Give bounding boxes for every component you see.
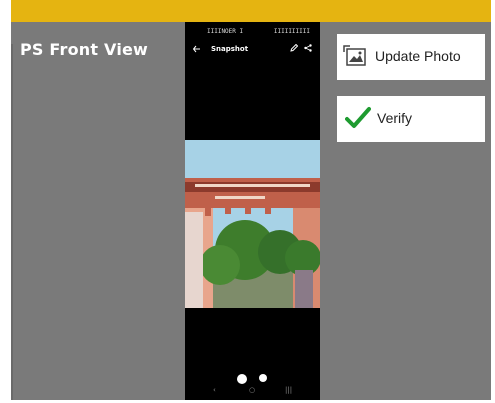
- status-right-text: IIIIIIIIII: [273, 28, 310, 35]
- verify-label: Verify: [377, 110, 413, 126]
- update-photo-button[interactable]: Update Photo: [337, 34, 485, 80]
- panel-edge: [11, 44, 13, 400]
- top-accent-bar: [11, 0, 491, 22]
- phone-status-bar: IIIINOER I IIIIIIIIII: [185, 28, 320, 38]
- status-left-text: IIIINOER I: [207, 28, 244, 35]
- phone-app-bar: Snapshot: [185, 42, 320, 58]
- content-panel: PS Front View IIIINOER I IIIIIIIIII Snap…: [11, 22, 491, 400]
- app-frame: PS Front View IIIINOER I IIIIIIIIII Snap…: [11, 0, 491, 400]
- image-replace-icon: [343, 45, 367, 71]
- phone-preview[interactable]: IIIINOER I IIIIIIIIII Snapshot ‹ ○ |||: [185, 22, 321, 400]
- share-icon[interactable]: [304, 44, 312, 54]
- phone-app-title: Snapshot: [211, 45, 249, 53]
- update-photo-label: Update Photo: [375, 48, 461, 64]
- phone-nav-bar: ‹ ○ |||: [185, 384, 320, 398]
- nav-back-icon[interactable]: ‹: [213, 386, 216, 394]
- nav-home-icon[interactable]: ○: [249, 386, 255, 394]
- section-title: PS Front View: [20, 40, 149, 59]
- back-arrow-icon[interactable]: [192, 45, 201, 55]
- pencil-icon[interactable]: [290, 43, 299, 54]
- building-photo: [185, 140, 321, 308]
- nav-recents-icon[interactable]: |||: [285, 386, 292, 394]
- page-indicator-dot: [237, 374, 247, 384]
- verify-button[interactable]: Verify: [337, 96, 485, 142]
- checkmark-icon: [345, 106, 371, 134]
- page-indicator-dot: [259, 374, 267, 382]
